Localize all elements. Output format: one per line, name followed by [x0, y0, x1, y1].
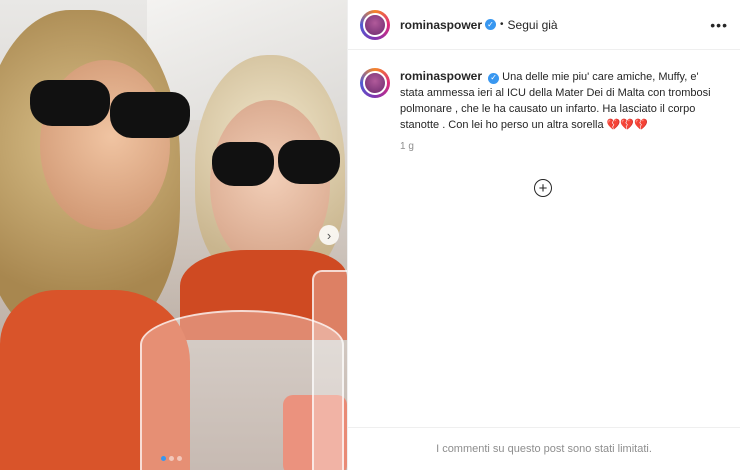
verified-badge-icon: ✓ [485, 19, 497, 30]
carousel-dot [177, 456, 182, 461]
carousel-dot [169, 456, 174, 461]
more-options-icon[interactable]: ••• [710, 17, 728, 33]
verified-badge-icon: ✓ [488, 72, 500, 84]
username-link[interactable]: rominaspower [400, 18, 482, 32]
carousel-dots [161, 456, 182, 461]
add-comment-icon[interactable]: + [534, 179, 552, 197]
post-photo: › [0, 0, 347, 470]
post-header: rominaspower ✓ • Segui già ••• [348, 0, 740, 50]
separator-dot: • [500, 19, 504, 30]
post-timestamp[interactable]: 1 g [400, 141, 740, 152]
avatar[interactable] [360, 9, 390, 40]
caption-avatar[interactable] [360, 68, 390, 98]
chevron-right-icon: › [326, 227, 332, 243]
caption-username[interactable]: rominaspower [400, 69, 482, 83]
carousel-dot [161, 456, 166, 461]
follow-button[interactable]: Segui già [508, 18, 558, 32]
post-sidebar: rominaspower ✓ • Segui già ••• rominaspo… [347, 0, 740, 470]
carousel-next-button[interactable]: › [319, 225, 339, 245]
comments-limited-notice: I commenti su questo post sono stati lim… [348, 427, 740, 470]
caption: rominaspower ✓ Una delle mie piu' care a… [348, 50, 740, 133]
